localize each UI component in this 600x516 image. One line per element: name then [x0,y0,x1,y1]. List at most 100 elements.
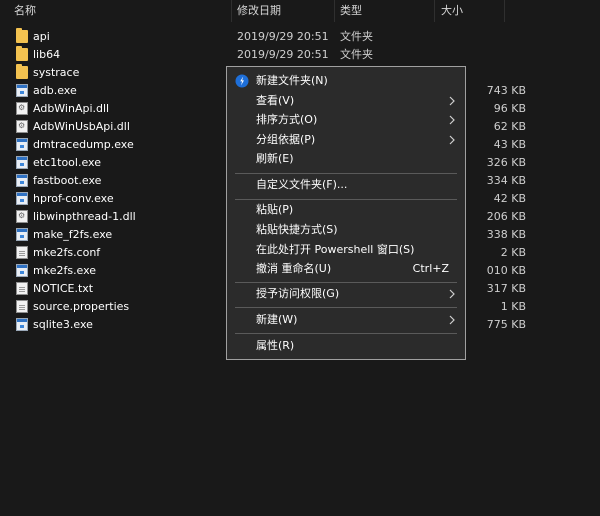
column-divider[interactable] [231,0,232,22]
menu-item-sort-by[interactable]: 排序方式(O) [227,110,465,130]
folder-icon [16,46,28,61]
file-size: 326 KB [486,156,526,169]
menu-item-give-access[interactable]: 授予访问权限(G) [227,284,465,304]
menu-label: 在此处打开 Powershell 窗口(S) [256,243,415,256]
menu-item-view[interactable]: 查看(V) [227,91,465,111]
chevron-right-icon [449,115,455,125]
menu-label: 刷新(E) [256,152,294,165]
file-type: 文件夹 [340,30,373,43]
file-size: 317 KB [486,282,526,295]
file-size: 43 KB [493,138,526,151]
file-size: 334 KB [486,174,526,187]
menu-label: 粘贴(P) [256,203,294,216]
folder-icon [16,64,28,79]
document-icon [16,282,28,295]
file-size: 42 KB [493,192,526,205]
column-header-type[interactable]: 类型 [340,0,362,22]
menu-item-customize-folder[interactable]: 自定义文件夹(F)... [227,175,465,195]
executable-icon [16,228,28,241]
file-size: 2 KB [500,246,526,259]
file-size: 62 KB [493,120,526,133]
executable-icon [16,156,28,169]
menu-item-paste[interactable]: 粘贴(P) [227,200,465,220]
file-name: NOTICE.txt [33,282,94,295]
menu-item-new[interactable]: 新建(W) [227,310,465,330]
menu-separator [235,282,457,283]
file-name: api [33,30,50,43]
file-date: 2019/9/29 20:51 [237,48,329,61]
file-name: dmtracedump.exe [33,138,134,151]
menu-separator [235,307,457,308]
context-menu: 新建文件夹(N) 查看(V) 排序方式(O) 分组依据(P) 刷新(E) 自定义… [226,66,466,360]
menu-label: 属性(R) [256,339,295,352]
dll-icon [16,120,28,133]
menu-label: 分组依据(P) [256,133,316,146]
document-icon [16,246,28,259]
menu-item-undo-rename[interactable]: 撤消 重命名(U) Ctrl+Z [227,259,465,279]
file-size: 1 KB [500,300,526,313]
menu-item-group-by[interactable]: 分组依据(P) [227,130,465,150]
menu-label: 撤消 重命名(U) [256,262,332,275]
menu-item-refresh[interactable]: 刷新(E) [227,149,465,169]
menu-shortcut: Ctrl+Z [412,262,449,275]
menu-label: 粘贴快捷方式(S) [256,223,338,236]
dll-icon [16,102,28,115]
column-divider[interactable] [504,0,505,22]
dll-icon [16,210,28,223]
menu-item-paste-shortcut[interactable]: 粘贴快捷方式(S) [227,220,465,240]
menu-label: 新建(W) [256,313,298,326]
file-row[interactable]: lib64 2019/9/29 20:51 文件夹 [0,46,600,64]
new-folder-icon [235,74,249,88]
file-name: systrace [33,66,80,79]
file-name: etc1tool.exe [33,156,101,169]
menu-label: 排序方式(O) [256,113,318,126]
document-icon [16,300,28,313]
executable-icon [16,138,28,151]
executable-icon [16,318,28,331]
executable-icon [16,264,28,277]
file-size: 743 KB [486,84,526,97]
file-name: libwinpthread-1.dll [33,210,136,223]
menu-label: 授予访问权限(G) [256,287,340,300]
file-name: hprof-conv.exe [33,192,114,205]
file-date: 2019/9/29 20:51 [237,30,329,43]
menu-label: 自定义文件夹(F)... [256,178,348,191]
folder-icon [16,28,28,43]
file-size: 338 KB [486,228,526,241]
column-divider[interactable] [434,0,435,22]
executable-icon [16,174,28,187]
file-name: AdbWinUsbApi.dll [33,120,130,133]
column-header-name[interactable]: 名称 [14,0,36,22]
menu-separator [235,173,457,174]
executable-icon [16,192,28,205]
chevron-right-icon [449,135,455,145]
chevron-right-icon [449,289,455,299]
column-header-date[interactable]: 修改日期 [237,0,281,22]
sort-ascending-icon: ^ [116,0,125,7]
file-name: make_f2fs.exe [33,228,113,241]
chevron-right-icon [449,315,455,325]
menu-item-properties[interactable]: 属性(R) [227,336,465,356]
executable-icon [16,84,28,97]
menu-item-open-powershell[interactable]: 在此处打开 Powershell 窗口(S) [227,240,465,260]
file-name: adb.exe [33,84,77,97]
column-divider[interactable] [334,0,335,22]
file-name: lib64 [33,48,61,61]
menu-label: 查看(V) [256,94,295,107]
file-name: sqlite3.exe [33,318,93,331]
file-name: fastboot.exe [33,174,102,187]
column-header-size[interactable]: 大小 [441,0,463,22]
menu-separator [235,333,457,334]
file-size: 206 KB [486,210,526,223]
menu-item-new-folder[interactable]: 新建文件夹(N) [227,71,465,91]
column-header-bar: 名称 ^ 修改日期 类型 大小 [0,0,600,22]
file-name: source.properties [33,300,130,313]
file-size: 96 KB [493,102,526,115]
file-row[interactable]: api 2019/9/29 20:51 文件夹 [0,28,600,46]
chevron-right-icon [449,96,455,106]
file-name: AdbWinApi.dll [33,102,110,115]
file-name: mke2fs.conf [33,246,101,259]
menu-label: 新建文件夹(N) [256,74,328,87]
file-type: 文件夹 [340,48,373,61]
file-name: mke2fs.exe [33,264,97,277]
